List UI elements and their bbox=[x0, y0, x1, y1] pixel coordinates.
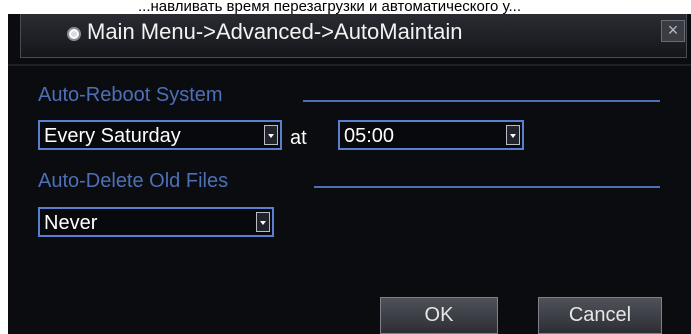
title-bar: Main Menu->Advanced->AutoMaintain × bbox=[20, 14, 687, 58]
top-caption-text: ...навливать время перезагрузки и автома… bbox=[0, 0, 691, 14]
auto-delete-dropdown[interactable]: Never bbox=[38, 207, 274, 237]
auto-maintain-dialog: Main Menu->Advanced->AutoMaintain × Auto… bbox=[8, 14, 691, 334]
chevron-down-icon[interactable] bbox=[506, 125, 520, 145]
close-button[interactable]: × bbox=[661, 20, 685, 42]
title-radio-icon bbox=[67, 27, 81, 41]
title-separator bbox=[8, 64, 691, 66]
auto-delete-rule bbox=[314, 186, 660, 188]
reboot-day-value: Every Saturday bbox=[44, 125, 181, 147]
chevron-down-icon[interactable] bbox=[256, 212, 270, 232]
ok-button[interactable]: OK bbox=[380, 297, 498, 334]
chevron-down-icon[interactable] bbox=[264, 125, 278, 145]
reboot-time-value: 05:00 bbox=[344, 125, 395, 147]
cancel-button[interactable]: Cancel bbox=[538, 297, 662, 334]
auto-reboot-heading: Auto-Reboot System bbox=[38, 84, 223, 106]
reboot-day-dropdown[interactable]: Every Saturday bbox=[38, 120, 282, 150]
window-title: Main Menu->Advanced->AutoMaintain bbox=[87, 19, 463, 44]
auto-reboot-rule bbox=[303, 100, 660, 102]
auto-delete-heading: Auto-Delete Old Files bbox=[38, 170, 229, 192]
at-label: at bbox=[290, 127, 307, 149]
reboot-time-dropdown[interactable]: 05:00 bbox=[338, 120, 524, 150]
auto-delete-value: Never bbox=[44, 212, 98, 234]
